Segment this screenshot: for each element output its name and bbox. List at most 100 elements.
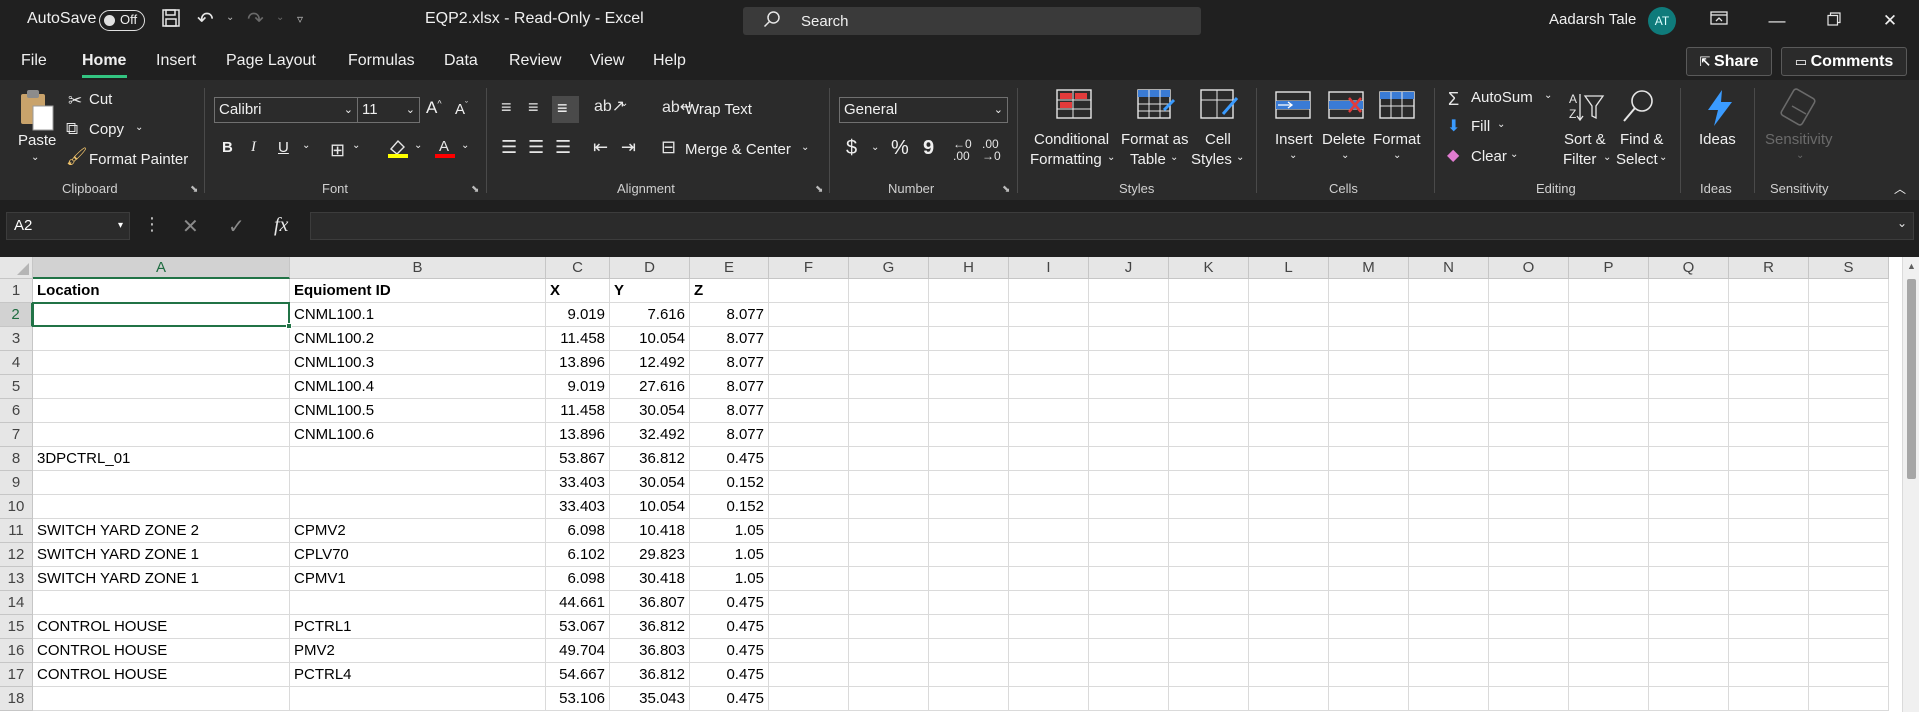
cell-d16[interactable]: 36.803 [610,639,690,663]
cell-h14[interactable] [929,591,1009,615]
cell-f12[interactable] [769,543,849,567]
cell-n18[interactable] [1409,687,1489,711]
cell-i9[interactable] [1009,471,1089,495]
conditional-formatting-label[interactable]: Conditional [1034,131,1109,148]
cell-o7[interactable] [1489,423,1569,447]
cell-c2[interactable]: 9.019 [546,303,610,327]
format-cells-icon[interactable] [1378,88,1418,124]
cell-n5[interactable] [1409,375,1489,399]
cell-c11[interactable]: 6.098 [546,519,610,543]
cell-e4[interactable]: 8.077 [690,351,769,375]
cell-k7[interactable] [1169,423,1249,447]
column-header-s[interactable]: S [1809,257,1889,279]
cell-d10[interactable]: 10.054 [610,495,690,519]
row-header-16[interactable]: 16 [0,639,33,663]
cell-r15[interactable] [1729,615,1809,639]
cell-a16[interactable]: CONTROL HOUSE [33,639,290,663]
cell-m6[interactable] [1329,399,1409,423]
decrease-font-size-icon[interactable]: Aˇ [455,100,468,118]
cell-e13[interactable]: 1.05 [690,567,769,591]
column-header-g[interactable]: G [849,257,929,279]
cell-a13[interactable]: SWITCH YARD ZONE 1 [33,567,290,591]
cell-l11[interactable] [1249,519,1329,543]
cell-d4[interactable]: 12.492 [610,351,690,375]
cell-q5[interactable] [1649,375,1729,399]
cell-c13[interactable]: 6.098 [546,567,610,591]
cell-c5[interactable]: 9.019 [546,375,610,399]
cell-h2[interactable] [929,303,1009,327]
cell-styles-dropdown-icon[interactable]: ⌄ [1236,152,1244,163]
cell-j12[interactable] [1089,543,1169,567]
cell-h18[interactable] [929,687,1009,711]
column-header-p[interactable]: P [1569,257,1649,279]
bottom-align-icon[interactable]: ≡ [552,96,579,123]
decrease-indent-icon[interactable]: ⇤ [593,136,608,158]
cell-e12[interactable]: 1.05 [690,543,769,567]
cell-k18[interactable] [1169,687,1249,711]
cell-p14[interactable] [1569,591,1649,615]
cell-p16[interactable] [1569,639,1649,663]
cell-p12[interactable] [1569,543,1649,567]
cell-e10[interactable]: 0.152 [690,495,769,519]
row-header-18[interactable]: 18 [0,687,33,711]
cell-m18[interactable] [1329,687,1409,711]
cell-i14[interactable] [1009,591,1089,615]
cell-g16[interactable] [849,639,929,663]
cell-g13[interactable] [849,567,929,591]
cell-i7[interactable] [1009,423,1089,447]
increase-indent-icon[interactable]: ⇥ [621,136,636,158]
avatar[interactable]: AT [1648,7,1676,35]
top-align-icon[interactable]: ≡ [501,96,512,118]
cell-l10[interactable] [1249,495,1329,519]
row-header-10[interactable]: 10 [0,495,33,519]
cell-e15[interactable]: 0.475 [690,615,769,639]
paste-label[interactable]: Paste [18,132,56,149]
ribbon-display-options-icon[interactable] [1699,6,1739,36]
cell-m2[interactable] [1329,303,1409,327]
cell-m9[interactable] [1329,471,1409,495]
cell-b18[interactable] [290,687,546,711]
paste-dropdown-icon[interactable]: ⌄ [31,152,39,163]
find-select-label[interactable]: Find & [1620,131,1663,148]
cell-a3[interactable] [33,327,290,351]
cell-i16[interactable] [1009,639,1089,663]
align-center-icon[interactable]: ☰ [528,136,544,158]
cell-m8[interactable] [1329,447,1409,471]
cell-p1[interactable] [1569,279,1649,303]
cell-m12[interactable] [1329,543,1409,567]
cell-n1[interactable] [1409,279,1489,303]
cell-r17[interactable] [1729,663,1809,687]
tab-formulas[interactable]: Formulas [348,52,415,70]
row-header-8[interactable]: 8 [0,447,33,471]
cell-e11[interactable]: 1.05 [690,519,769,543]
cell-p8[interactable] [1569,447,1649,471]
cell-k2[interactable] [1169,303,1249,327]
cell-d1[interactable]: Y [610,279,690,303]
cell-i18[interactable] [1009,687,1089,711]
cell-d14[interactable]: 36.807 [610,591,690,615]
cell-g8[interactable] [849,447,929,471]
cell-s1[interactable] [1809,279,1889,303]
cell-q9[interactable] [1649,471,1729,495]
borders-icon[interactable]: ⊞ [330,139,345,161]
cell-s17[interactable] [1809,663,1889,687]
cell-j3[interactable] [1089,327,1169,351]
cell-k5[interactable] [1169,375,1249,399]
cell-n17[interactable] [1409,663,1489,687]
tab-data[interactable]: Data [444,52,478,70]
cell-g1[interactable] [849,279,929,303]
cell-p11[interactable] [1569,519,1649,543]
cell-i6[interactable] [1009,399,1089,423]
cell-n6[interactable] [1409,399,1489,423]
format-painter-label[interactable]: Format Painter [89,151,188,168]
font-launcher-icon[interactable]: ⬊ [471,184,479,195]
cell-n12[interactable] [1409,543,1489,567]
cell-k4[interactable] [1169,351,1249,375]
cell-g10[interactable] [849,495,929,519]
cell-b16[interactable]: PMV2 [290,639,546,663]
cell-s3[interactable] [1809,327,1889,351]
cell-m13[interactable] [1329,567,1409,591]
fill-handle[interactable] [286,323,292,329]
delete-cells-icon[interactable] [1327,90,1367,126]
cell-q12[interactable] [1649,543,1729,567]
